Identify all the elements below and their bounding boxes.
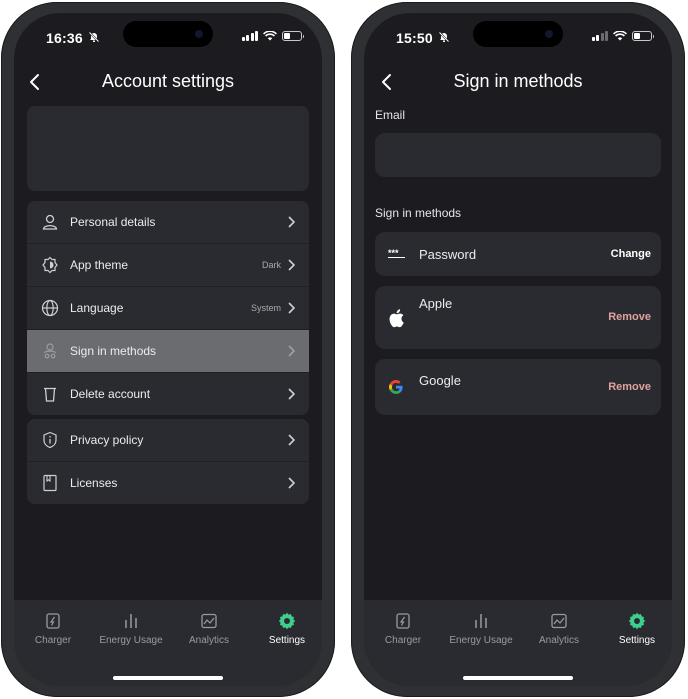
chevron-right-icon: [288, 302, 295, 314]
menu-item-personal-details[interactable]: Personal details: [27, 201, 309, 244]
energy-bars-icon: [125, 614, 137, 628]
email-label: Email: [375, 108, 406, 122]
menu-item-label: Language: [70, 301, 124, 315]
tab-settings[interactable]: Settings: [248, 612, 322, 646]
menu-item-value: System: [250, 303, 281, 313]
method-google: Google Remove: [375, 359, 661, 415]
gear-icon: [628, 612, 646, 630]
tab-energy-usage[interactable]: Energy Usage: [442, 612, 520, 646]
email-field: [375, 133, 661, 177]
cell-signal-icon: [591, 31, 608, 41]
remove-google-button[interactable]: Remove: [608, 381, 651, 393]
chevron-right-icon: [288, 345, 295, 357]
sign-in-methods-screen: 15:50 Sign in methods Email Sign in meth…: [364, 13, 672, 686]
status-indicators: [591, 31, 654, 41]
tab-energy-usage[interactable]: Energy Usage: [92, 612, 170, 646]
chevron-right-icon: [288, 216, 295, 228]
charger-icon: [46, 613, 60, 629]
analytics-icon: [551, 613, 567, 629]
battery-icon: [282, 31, 304, 41]
status-time: 15:50: [396, 30, 433, 46]
chevron-right-icon: [288, 388, 295, 400]
chevron-right-icon: [288, 259, 295, 271]
menu-item-sign-in-methods[interactable]: Sign in methods: [27, 330, 309, 373]
svg-text:***: ***: [388, 248, 399, 258]
header: Account settings: [14, 67, 322, 99]
change-password-button[interactable]: Change: [611, 248, 651, 260]
analytics-icon: [201, 613, 217, 629]
phone-right: 15:50 Sign in methods Email Sign in meth…: [351, 2, 685, 697]
tab-label: Analytics: [538, 635, 579, 646]
menu-item-privacy-policy[interactable]: Privacy policy: [27, 419, 309, 462]
tab-label: Charger: [384, 635, 422, 646]
menu-item-app-theme[interactable]: App theme Dark: [27, 244, 309, 287]
method-password: *** Password Change: [375, 232, 661, 276]
method-label: Google: [419, 373, 461, 388]
status-indicators: [241, 31, 304, 41]
energy-bars-icon: [475, 614, 487, 628]
remove-apple-button[interactable]: Remove: [608, 311, 651, 323]
tab-charger[interactable]: Charger: [364, 612, 442, 646]
tab-label: Energy Usage: [99, 635, 163, 646]
menu-item-language[interactable]: Language System: [27, 287, 309, 330]
bottom-tab-bar: Charger Energy Usage Analytics Settings: [14, 600, 322, 686]
profile-placeholder-card: [27, 106, 309, 191]
page-title: Sign in methods: [453, 71, 583, 91]
bottom-tab-bar: Charger Energy Usage Analytics Settings: [364, 600, 672, 686]
chevron-right-icon: [288, 434, 295, 446]
google-logo-icon: [389, 380, 403, 394]
tab-label: Analytics: [188, 635, 229, 646]
menu-item-label: Personal details: [70, 215, 156, 229]
settings-group-legal: Privacy policy Licenses: [27, 419, 309, 504]
sign-in-icon: [43, 343, 57, 359]
menu-item-value: Dark: [261, 260, 281, 270]
tab-charger[interactable]: Charger: [14, 612, 92, 646]
menu-item-licenses[interactable]: Licenses: [27, 462, 309, 504]
tab-label: Settings: [618, 635, 656, 646]
tab-label: Energy Usage: [449, 635, 513, 646]
apple-logo-icon: [389, 309, 404, 328]
globe-icon: [41, 299, 59, 317]
wifi-icon: [613, 31, 627, 41]
wifi-icon: [263, 31, 277, 41]
method-apple: Apple Remove: [375, 286, 661, 349]
menu-item-label: Sign in methods: [70, 344, 157, 358]
page-title: Account settings: [101, 71, 235, 91]
home-indicator[interactable]: [113, 676, 223, 680]
shield-info-icon: [43, 431, 57, 449]
phone-left: 16:36 Account settings Personal details …: [1, 2, 335, 697]
tab-label: Settings: [268, 635, 306, 646]
dynamic-island: [123, 21, 213, 47]
menu-item-label: Delete account: [70, 387, 151, 401]
tab-analytics[interactable]: Analytics: [520, 612, 598, 646]
silent-bell-icon: [438, 31, 450, 43]
home-indicator[interactable]: [463, 676, 573, 680]
sign-in-methods-section-label: Sign in methods: [375, 206, 462, 220]
person-icon: [42, 214, 58, 230]
menu-item-label: App theme: [70, 258, 129, 272]
chevron-right-icon: [288, 477, 295, 489]
password-dots-icon: ***: [388, 248, 405, 258]
method-label: Password: [419, 247, 477, 262]
header: Sign in methods: [364, 67, 672, 99]
menu-item-label: Privacy policy: [70, 433, 144, 447]
tab-settings[interactable]: Settings: [598, 612, 672, 646]
charger-icon: [396, 613, 410, 629]
tab-label: Charger: [34, 635, 72, 646]
battery-icon: [632, 31, 654, 41]
theme-icon: [42, 256, 58, 274]
status-time: 16:36: [46, 30, 83, 46]
silent-bell-icon: [88, 31, 100, 43]
dynamic-island: [473, 21, 563, 47]
menu-item-delete-account[interactable]: Delete account: [27, 373, 309, 415]
method-label: Apple: [419, 296, 453, 311]
license-icon: [43, 474, 57, 492]
menu-item-label: Licenses: [70, 476, 118, 490]
gear-icon: [278, 612, 296, 630]
cell-signal-icon: [241, 31, 258, 41]
tab-analytics[interactable]: Analytics: [170, 612, 248, 646]
trash-icon: [44, 387, 56, 402]
settings-group-main: Personal details App theme Dark Language…: [27, 201, 309, 415]
account-settings-screen: 16:36 Account settings Personal details …: [14, 13, 322, 686]
